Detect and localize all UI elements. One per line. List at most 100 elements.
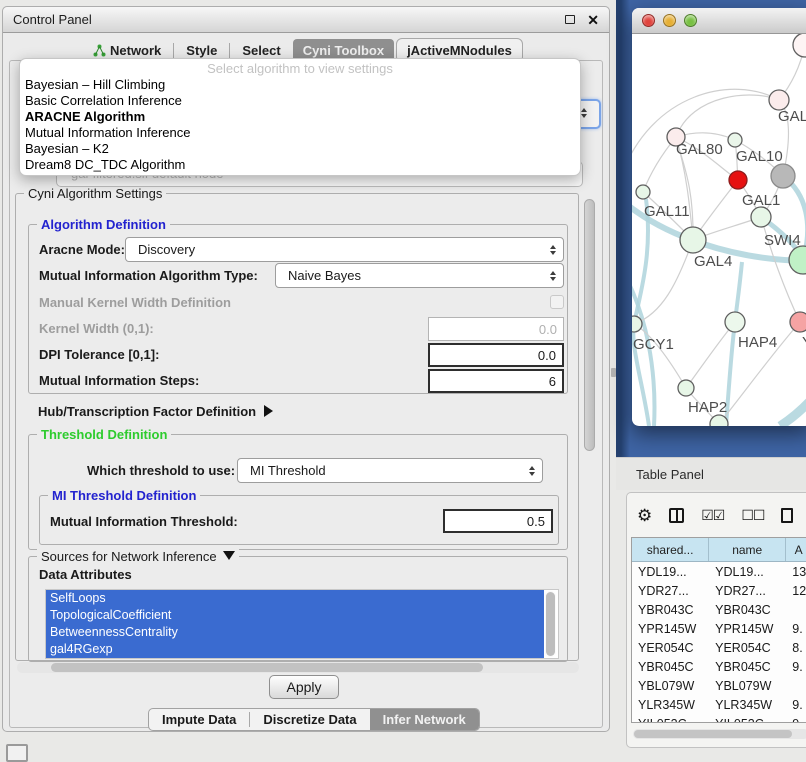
attribute-item-selected[interactable]: BetweennessCentrality — [46, 624, 544, 641]
manual-kernel-checkbox[interactable] — [550, 295, 564, 309]
table-panel-window: ⚙ ☑☑ ☐☐ shared... name A YDL19... YDL19.… — [626, 492, 806, 748]
node-label: GAL80 — [676, 141, 723, 158]
table-horizontal-scrollbar[interactable] — [633, 729, 806, 739]
network-node[interactable] — [790, 312, 806, 332]
minimized-panel-icon[interactable] — [6, 744, 28, 762]
gear-icon[interactable]: ⚙ — [637, 507, 652, 524]
node-label: GAL1 — [742, 192, 780, 209]
tab-discretize-data[interactable]: Discretize Data — [250, 709, 369, 730]
network-node[interactable] — [728, 133, 742, 147]
table-row[interactable]: YPR145W YPR145W 9. — [632, 619, 806, 638]
group-title: Threshold Definition — [37, 427, 171, 442]
table-header-row: shared... name A — [632, 538, 806, 562]
document-icon[interactable] — [781, 508, 793, 523]
network-node[interactable] — [729, 171, 747, 189]
expanded-arrow-icon — [223, 551, 235, 560]
float-icon[interactable] — [565, 15, 575, 24]
network-node[interactable] — [751, 207, 771, 227]
table-row[interactable]: YDR27... YDR27... 12 — [632, 581, 806, 600]
network-icon — [93, 44, 106, 57]
network-node[interactable] — [678, 380, 694, 396]
network-window-titlebar[interactable] — [632, 8, 806, 34]
table-toolbar: ⚙ ☑☑ ☐☐ — [637, 499, 793, 531]
node-table[interactable]: shared... name A YDL19... YDL19... 13 YD… — [631, 537, 806, 723]
apply-button[interactable]: Apply — [269, 675, 339, 699]
algorithm-option[interactable]: Basic Correlation Inference — [20, 93, 580, 109]
which-threshold-select[interactable]: MI Threshold — [237, 458, 543, 483]
network-node[interactable] — [789, 246, 806, 274]
group-title: MI Threshold Definition — [48, 488, 200, 503]
table-row[interactable]: YDL19... YDL19... 13 — [632, 562, 806, 581]
tab-separator — [173, 43, 174, 58]
minimize-traffic-light-icon[interactable] — [663, 14, 676, 27]
algorithm-option[interactable]: Mutual Information Inference — [20, 125, 580, 141]
algorithm-definition-group: Algorithm Definition Aracne Mode: Discov… — [28, 224, 568, 394]
algorithm-option[interactable]: Dream8 DC_TDC Algorithm — [20, 157, 580, 173]
table-row[interactable]: YBR043C YBR043C — [632, 600, 806, 619]
network-node[interactable] — [793, 34, 806, 57]
table-row[interactable]: YBL079W YBL079W — [632, 676, 806, 695]
which-threshold-label: Which threshold to use: — [87, 463, 235, 478]
network-canvas[interactable]: GALGAL80GAL10GAL1GAL11SWI4GAL4GCY1HAP4YH… — [632, 34, 806, 426]
network-node[interactable] — [636, 185, 650, 199]
table-row[interactable]: YBR045C YBR045C 9. — [632, 657, 806, 676]
mi-steps-label: Mutual Information Steps: — [39, 373, 199, 388]
table-row[interactable]: YIL052C YIL052C 9 — [632, 714, 806, 723]
mi-algorithm-type-select[interactable]: Naive Bayes — [275, 263, 564, 288]
node-label: GCY1 — [633, 336, 674, 353]
sources-group: Sources for Network Inference Data Attri… — [28, 556, 568, 662]
settings-vertical-scrollbar[interactable] — [582, 195, 596, 661]
panel-title: Control Panel — [13, 12, 92, 27]
threshold-definition-group: Threshold Definition Which threshold to … — [28, 434, 568, 550]
kernel-width-field[interactable]: 0.0 — [428, 317, 564, 341]
settings-horizontal-scrollbar[interactable] — [17, 662, 579, 673]
network-view-window: GALGAL80GAL10GAL1GAL11SWI4GAL4GCY1HAP4YH… — [632, 8, 806, 426]
zoom-traffic-light-icon[interactable] — [684, 14, 697, 27]
algorithm-option-selected[interactable]: ARACNE Algorithm — [20, 109, 580, 125]
mi-algorithm-type-label: Mutual Information Algorithm Type: — [39, 268, 258, 283]
hub-definition-toggle[interactable]: Hub/Transcription Factor Definition — [38, 404, 273, 419]
kernel-width-label: Kernel Width (0,1): — [39, 321, 154, 336]
algorithm-option[interactable]: Bayesian – Hill Climbing — [20, 77, 580, 93]
attribute-item-selected[interactable]: TopologicalCoefficient — [46, 607, 544, 624]
stepper-icon — [529, 466, 535, 476]
close-traffic-light-icon[interactable] — [642, 14, 655, 27]
node-label: GAL10 — [736, 148, 783, 165]
checked-boxes-icon[interactable]: ☑☑ — [701, 507, 724, 524]
node-label: GAL11 — [644, 203, 690, 220]
sources-toggle[interactable]: Sources for Network Inference — [37, 549, 239, 564]
mi-threshold-label: Mutual Information Threshold: — [50, 514, 238, 529]
algorithm-option[interactable]: Bayesian – K2 — [20, 141, 580, 157]
column-header[interactable]: shared... — [632, 538, 709, 561]
data-attributes-list[interactable]: SelfLoops TopologicalCoefficient Between… — [45, 589, 559, 659]
network-node[interactable] — [632, 316, 642, 332]
tab-infer-network[interactable]: Infer Network — [370, 709, 479, 730]
attribute-item-selected[interactable]: gal4RGexp — [46, 641, 544, 658]
network-node[interactable] — [725, 312, 745, 332]
dpi-tolerance-field[interactable]: 0.0 — [428, 343, 564, 367]
table-row[interactable]: YLR345W YLR345W 9. — [632, 695, 806, 714]
node-label: HAP2 — [688, 399, 727, 416]
network-node[interactable] — [769, 90, 789, 110]
stepper-icon — [550, 245, 556, 255]
close-icon[interactable]: ✕ — [587, 13, 599, 27]
table-row[interactable]: YER054C YER054C 8. — [632, 638, 806, 657]
table-panel-header: Table Panel — [616, 457, 806, 490]
cyni-bottom-tabs: Impute Data Discretize Data Infer Networ… — [148, 708, 480, 731]
aracne-mode-select[interactable]: Discovery — [125, 237, 564, 262]
network-node[interactable] — [771, 164, 795, 188]
collapsed-arrow-icon — [264, 405, 273, 417]
column-header[interactable]: name — [709, 538, 786, 561]
stepper-icon — [550, 271, 556, 281]
mi-threshold-field[interactable]: 0.5 — [443, 509, 553, 533]
algorithm-dropdown-popup: Select algorithm to view settings Bayesi… — [19, 58, 581, 176]
columns-icon[interactable] — [669, 508, 684, 523]
tab-impute-data[interactable]: Impute Data — [149, 709, 249, 730]
unchecked-boxes-icon[interactable]: ☐☐ — [741, 507, 764, 524]
list-vertical-scrollbar[interactable] — [545, 591, 556, 657]
attribute-item-selected[interactable]: SelfLoops — [46, 590, 544, 607]
column-header[interactable]: A — [786, 538, 806, 561]
mi-steps-field[interactable]: 6 — [428, 369, 564, 393]
manual-kernel-label: Manual Kernel Width Definition — [39, 295, 231, 310]
network-node[interactable] — [680, 227, 706, 253]
